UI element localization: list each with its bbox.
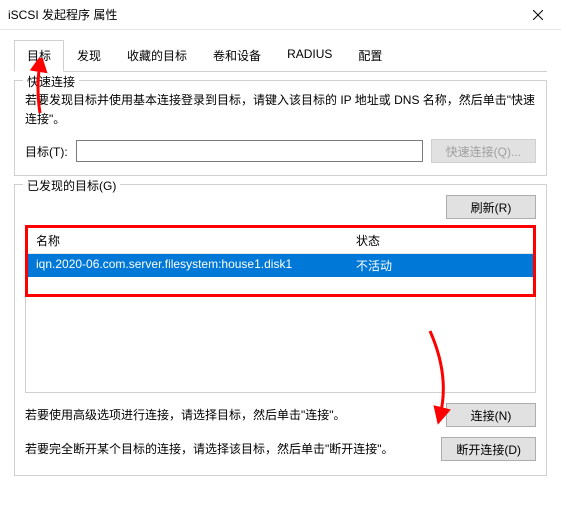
target-input[interactable] (76, 140, 423, 162)
close-icon (533, 10, 543, 20)
tab-volumes[interactable]: 卷和设备 (200, 40, 274, 71)
column-status[interactable]: 状态 (348, 228, 533, 253)
target-input-row: 目标(T): 快速连接(Q)... (25, 139, 536, 163)
quick-connect-group: 快速连接 若要发现目标并使用基本连接登录到目标，请键入该目标的 IP 地址或 D… (14, 80, 547, 176)
quick-connect-instruction: 若要发现目标并使用基本连接登录到目标，请键入该目标的 IP 地址或 DNS 名称… (25, 91, 536, 129)
table-header: 名称 状态 (28, 228, 533, 254)
close-button[interactable] (515, 0, 561, 30)
titlebar: iSCSI 发起程序 属性 (0, 0, 561, 30)
tab-target[interactable]: 目标 (14, 40, 64, 72)
connect-row: 若要使用高级选项进行连接，请选择目标，然后单击"连接"。 连接(N) (25, 403, 536, 427)
disconnect-instruction: 若要完全断开某个目标的连接，请选择该目标，然后单击"断开连接"。 (25, 440, 431, 458)
list-empty-area[interactable] (25, 297, 536, 393)
connect-button[interactable]: 连接(N) (446, 403, 536, 427)
row-name: iqn.2020-06.com.server.filesystem:house1… (28, 254, 348, 277)
tab-config[interactable]: 配置 (345, 40, 395, 71)
target-label: 目标(T): (25, 143, 68, 160)
window-title: iSCSI 发起程序 属性 (8, 6, 117, 23)
tab-bar: 目标 发现 收藏的目标 卷和设备 RADIUS 配置 (14, 40, 547, 72)
tab-discover[interactable]: 发现 (64, 40, 114, 71)
row-status: 不活动 (348, 254, 533, 277)
quick-connect-title: 快速连接 (23, 73, 79, 90)
disconnect-button[interactable]: 断开连接(D) (441, 437, 536, 461)
column-name[interactable]: 名称 (28, 228, 348, 253)
quick-connect-button[interactable]: 快速连接(Q)... (431, 139, 536, 163)
table-row[interactable]: iqn.2020-06.com.server.filesystem:house1… (28, 254, 533, 277)
tab-favorites[interactable]: 收藏的目标 (114, 40, 200, 71)
content-area: 目标 发现 收藏的目标 卷和设备 RADIUS 配置 快速连接 若要发现目标并使… (0, 30, 561, 486)
disconnect-row: 若要完全断开某个目标的连接，请选择该目标，然后单击"断开连接"。 断开连接(D) (25, 437, 536, 461)
refresh-button[interactable]: 刷新(R) (446, 195, 536, 219)
tab-radius[interactable]: RADIUS (274, 40, 345, 71)
connect-instruction: 若要使用高级选项进行连接，请选择目标，然后单击"连接"。 (25, 406, 436, 424)
discovered-targets-group: 已发现的目标(G) 刷新(R) 名称 状态 iqn.2020-06.com.se… (14, 184, 547, 476)
targets-table: 名称 状态 iqn.2020-06.com.server.filesystem:… (25, 225, 536, 297)
discovered-title: 已发现的目标(G) (23, 177, 120, 194)
